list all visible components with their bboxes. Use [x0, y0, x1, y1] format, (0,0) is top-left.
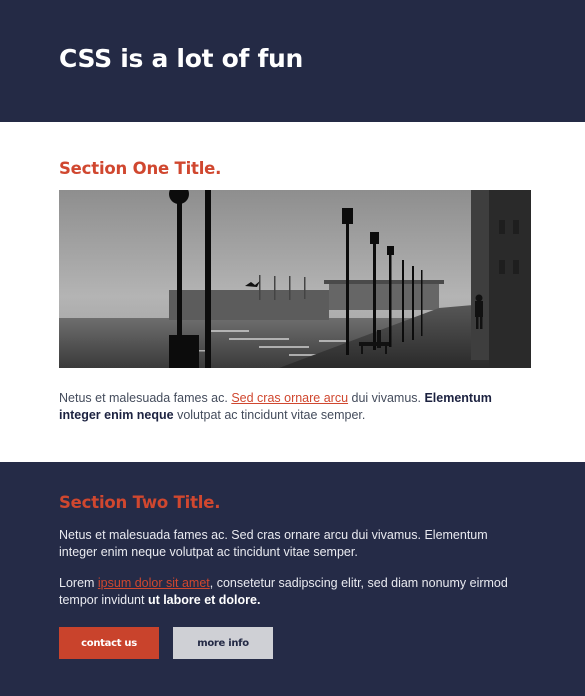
- foggy-waterfront-image: [59, 190, 531, 368]
- section-one-photo: [59, 190, 531, 368]
- paragraph-text: Lorem: [59, 576, 98, 590]
- section-one-title: Section One Title.: [59, 159, 222, 178]
- sed-cras-link[interactable]: Sed cras ornare arcu: [231, 391, 348, 405]
- contact-us-button[interactable]: contact us: [59, 627, 159, 659]
- ipsum-dolor-link[interactable]: ipsum dolor sit amet: [98, 576, 210, 590]
- page-title: CSS is a lot of fun: [59, 44, 304, 73]
- section-two-paragraph-2: Lorem ipsum dolor sit amet, consetetur s…: [59, 575, 519, 609]
- section-one-paragraph: Netus et malesuada fames ac. Sed cras or…: [59, 390, 519, 424]
- section-two: Section Two Title. Netus et malesuada fa…: [0, 462, 585, 696]
- paragraph-text: volutpat ac tincidunt vitae semper.: [173, 408, 366, 422]
- section-two-title: Section Two Title.: [59, 493, 221, 512]
- site-header: CSS is a lot of fun: [0, 0, 585, 122]
- bold-text: ut labore et dolore.: [147, 593, 261, 607]
- paragraph-text: dui vivamus.: [348, 391, 425, 405]
- section-two-paragraph-1: Netus et malesuada fames ac. Sed cras or…: [59, 528, 488, 559]
- more-info-button[interactable]: more info: [173, 627, 273, 659]
- paragraph-text: Netus et malesuada fames ac.: [59, 391, 232, 405]
- section-one: Section One Title. Netus et malesuada fa…: [0, 122, 585, 462]
